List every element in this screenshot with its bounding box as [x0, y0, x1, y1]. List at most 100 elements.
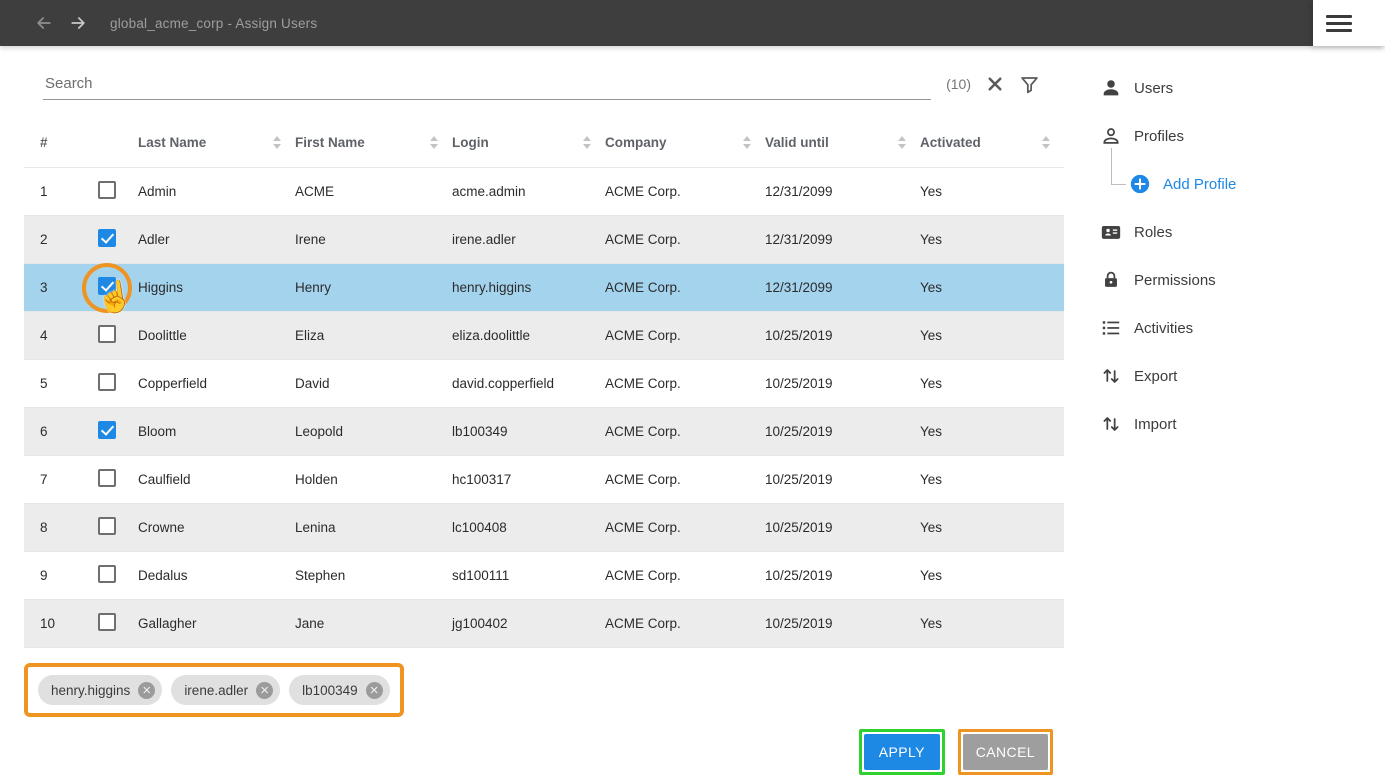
cell-company: ACME Corp.	[605, 424, 765, 439]
cell-last-name: Bloom	[138, 424, 295, 439]
chip-remove-icon[interactable]: ×	[366, 682, 383, 699]
sort-icon[interactable]	[273, 136, 281, 149]
clear-search-icon[interactable]	[986, 75, 1004, 93]
cell-activated: Yes	[920, 232, 1064, 247]
selected-user-chip: lb100349 ×	[289, 675, 390, 705]
column-header-first-name[interactable]: First Name	[295, 135, 452, 150]
cell-login: irene.adler	[452, 232, 605, 247]
row-number: 4	[24, 328, 90, 343]
sidebar-item-label: Import	[1134, 416, 1177, 433]
cell-company: ACME Corp.	[605, 376, 765, 391]
table-row[interactable]: 9 Dedalus Stephen sd100111 ACME Corp. 10…	[24, 552, 1064, 600]
cell-last-name: Gallagher	[138, 616, 295, 631]
column-header-company[interactable]: Company	[605, 135, 765, 150]
row-checkbox[interactable]	[98, 469, 116, 487]
row-checkbox[interactable]	[98, 229, 116, 247]
cell-company: ACME Corp.	[605, 520, 765, 535]
sidebar-item-add-profile[interactable]: Add Profile	[1065, 160, 1385, 208]
search-bar: (10)	[43, 68, 1040, 100]
cell-activated: Yes	[920, 520, 1064, 535]
cell-login: lc100408	[452, 520, 605, 535]
table-row[interactable]: 2 Adler Irene irene.adler ACME Corp. 12/…	[24, 216, 1064, 264]
hamburger-menu-icon[interactable]	[1326, 11, 1352, 36]
sort-icon[interactable]	[898, 136, 906, 149]
column-header-login[interactable]: Login	[452, 135, 605, 150]
row-checkbox[interactable]	[98, 613, 116, 631]
sort-icon[interactable]	[743, 136, 751, 149]
selected-users-annotation-box: henry.higgins × irene.adler × lb100349 ×	[24, 663, 404, 717]
row-checkbox[interactable]	[98, 517, 116, 535]
cell-first-name: Eliza	[295, 328, 452, 343]
cell-activated: Yes	[920, 616, 1064, 631]
user-table-body: 1 Admin ACME acme.admin ACME Corp. 12/31…	[24, 168, 1064, 648]
lock-icon	[1100, 269, 1122, 291]
sort-icon[interactable]	[583, 136, 591, 149]
filter-icon[interactable]	[1019, 74, 1040, 95]
column-header-valid-until[interactable]: Valid until	[765, 135, 920, 150]
sort-icon[interactable]	[1042, 136, 1050, 149]
apply-button[interactable]: APPLY	[864, 734, 940, 770]
sidebar-item-permissions[interactable]: Permissions	[1065, 256, 1385, 304]
column-header-activated[interactable]: Activated	[920, 135, 1064, 150]
sidebar-item-activities[interactable]: Activities	[1065, 304, 1385, 352]
sort-icon[interactable]	[430, 136, 438, 149]
annotation-box-cancel: CANCEL	[958, 729, 1053, 775]
table-row[interactable]: 10 Gallagher Jane jg100402 ACME Corp. 10…	[24, 600, 1064, 648]
row-checkbox[interactable]	[98, 277, 116, 295]
cell-first-name: Stephen	[295, 568, 452, 583]
table-row[interactable]: 5 Copperfield David david.copperfield AC…	[24, 360, 1064, 408]
cancel-button[interactable]: CANCEL	[963, 734, 1048, 770]
row-checkbox[interactable]	[98, 325, 116, 343]
search-input[interactable]	[43, 68, 931, 100]
cell-last-name: Adler	[138, 232, 295, 247]
table-row[interactable]: 4 Doolittle Eliza eliza.doolittle ACME C…	[24, 312, 1064, 360]
cell-valid-until: 10/25/2019	[765, 520, 920, 535]
table-row[interactable]: 3 Higgins Henry henry.higgins ACME Corp.…	[24, 264, 1064, 312]
sidebar-item-roles[interactable]: Roles	[1065, 208, 1385, 256]
table-row[interactable]: 7 Caulfield Holden hc100317 ACME Corp. 1…	[24, 456, 1064, 504]
user-icon	[1100, 77, 1122, 99]
user-table: # Last Name First Name Login	[24, 118, 1064, 648]
annotation-box-apply: APPLY	[859, 729, 945, 775]
cell-activated: Yes	[920, 328, 1064, 343]
cell-activated: Yes	[920, 280, 1064, 295]
topbar: global_acme_corp - Assign Users	[0, 0, 1385, 46]
column-header-num[interactable]: #	[24, 135, 90, 150]
sidebar-item-import[interactable]: Import	[1065, 400, 1385, 448]
selected-user-chip: henry.higgins ×	[38, 675, 162, 705]
row-checkbox[interactable]	[98, 421, 116, 439]
row-number: 2	[24, 232, 90, 247]
sidebar-item-export[interactable]: Export	[1065, 352, 1385, 400]
menu-box	[1313, 0, 1385, 46]
row-number: 10	[24, 616, 90, 631]
chip-remove-icon[interactable]: ×	[256, 682, 273, 699]
sidebar-item-users[interactable]: Users	[1065, 64, 1385, 112]
sidebar-list: Users Profiles Add Profile Roles Permiss…	[1065, 64, 1385, 448]
cell-last-name: Doolittle	[138, 328, 295, 343]
column-header-last-name[interactable]: Last Name	[138, 135, 295, 150]
back-arrow-icon[interactable]	[34, 13, 54, 33]
row-number: 8	[24, 520, 90, 535]
cell-first-name: David	[295, 376, 452, 391]
main-panel: (10) # Last Name Fir	[0, 46, 1065, 778]
profile-icon	[1100, 125, 1122, 147]
cell-login: lb100349	[452, 424, 605, 439]
row-number: 9	[24, 568, 90, 583]
table-header: # Last Name First Name Login	[24, 118, 1064, 168]
table-row[interactable]: 1 Admin ACME acme.admin ACME Corp. 12/31…	[24, 168, 1064, 216]
cell-company: ACME Corp.	[605, 472, 765, 487]
footer-actions: APPLY CANCEL	[0, 729, 1053, 775]
sidebar-item-label: Users	[1134, 80, 1173, 97]
forward-arrow-icon[interactable]	[68, 13, 88, 33]
row-checkbox[interactable]	[98, 373, 116, 391]
chip-remove-icon[interactable]: ×	[138, 682, 155, 699]
cell-company: ACME Corp.	[605, 232, 765, 247]
row-checkbox[interactable]	[98, 565, 116, 583]
cell-last-name: Caulfield	[138, 472, 295, 487]
table-row[interactable]: 8 Crowne Lenina lc100408 ACME Corp. 10/2…	[24, 504, 1064, 552]
row-checkbox[interactable]	[98, 181, 116, 199]
table-row[interactable]: 6 Bloom Leopold lb100349 ACME Corp. 10/2…	[24, 408, 1064, 456]
cell-company: ACME Corp.	[605, 328, 765, 343]
sidebar-item-label: Profiles	[1134, 128, 1184, 145]
badge-icon	[1100, 221, 1122, 243]
